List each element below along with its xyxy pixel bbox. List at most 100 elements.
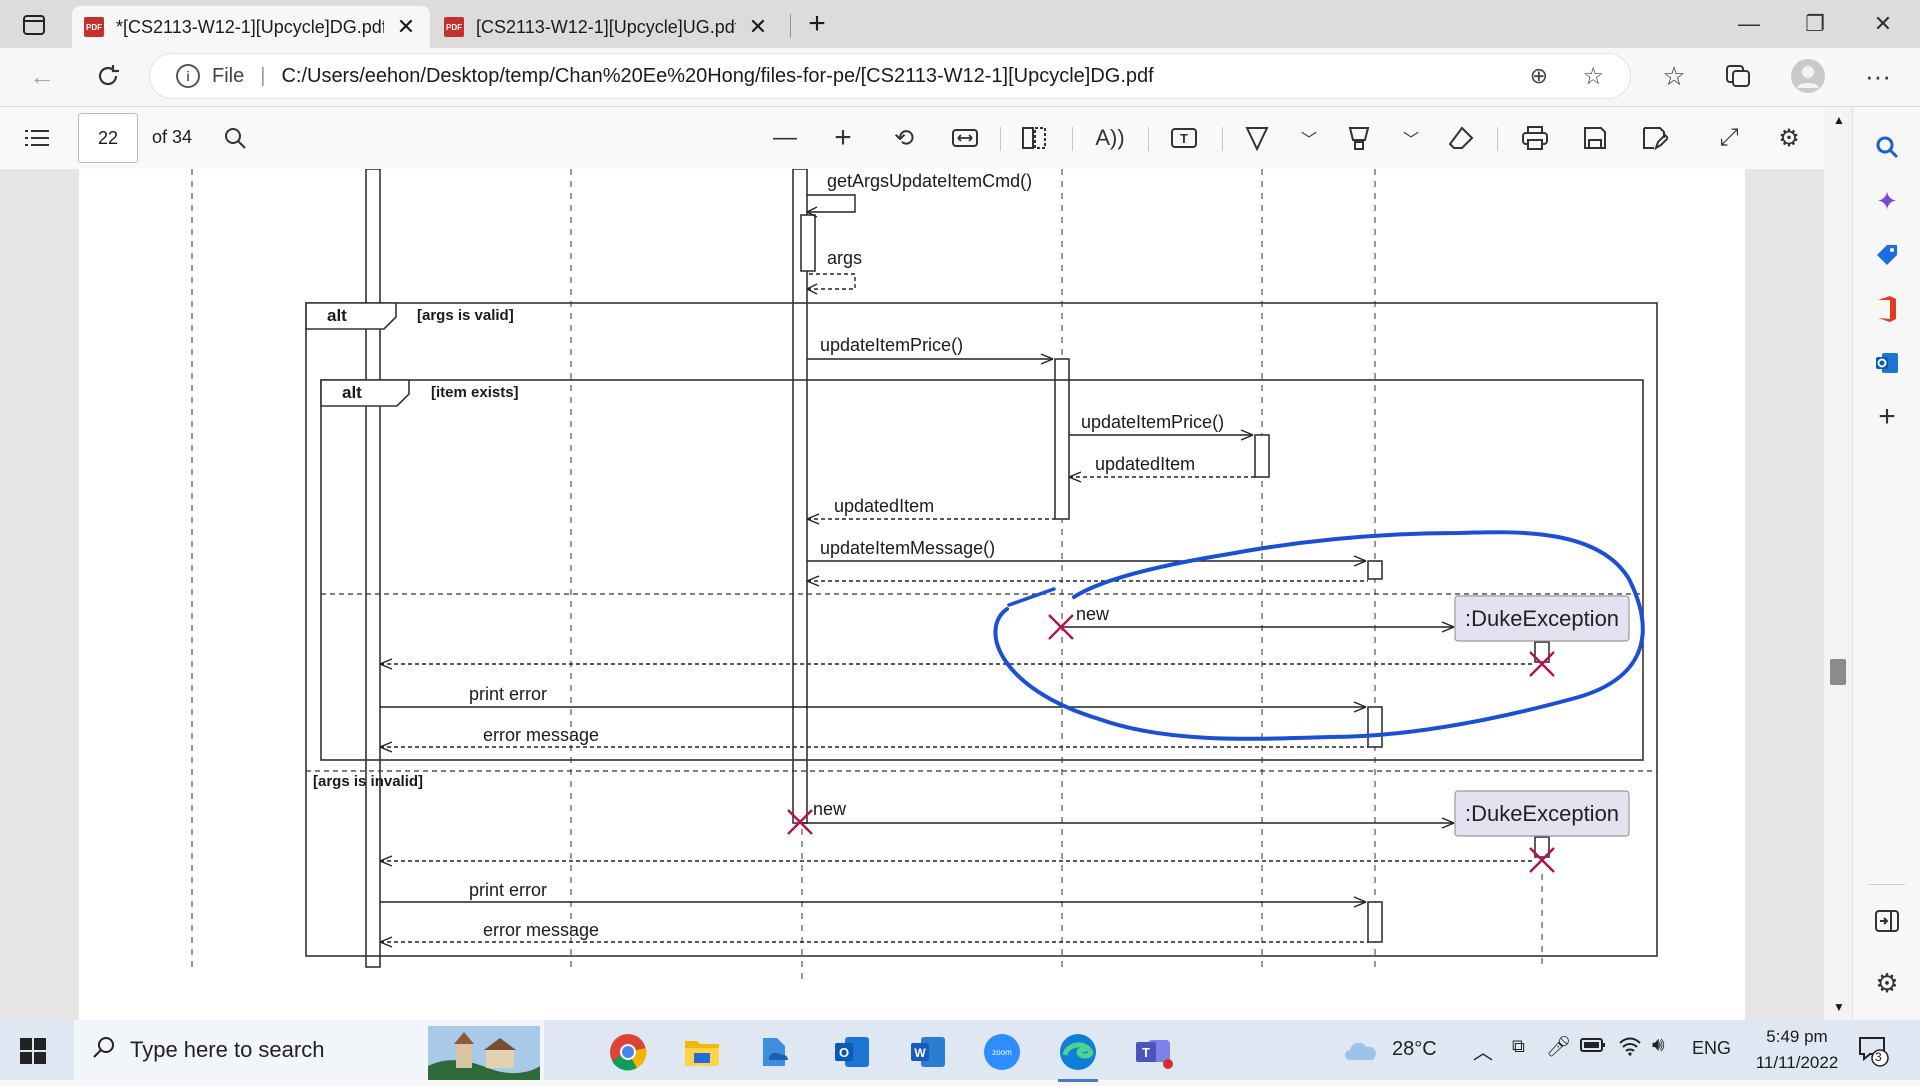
fullscreen-icon[interactable]: ⤢ [1710, 119, 1748, 157]
new-tab-button[interactable]: + [800, 6, 834, 42]
contents-icon[interactable] [18, 119, 56, 157]
chevron-down-icon[interactable]: ﹀ [1290, 119, 1328, 157]
chevron-up-icon[interactable]: ︿ [1473, 1036, 1493, 1065]
favorites-icon[interactable]: ☆ [1654, 56, 1694, 96]
profile-avatar[interactable] [1788, 56, 1828, 96]
add-icon[interactable]: + [1869, 399, 1905, 435]
message-label: updateItemPrice() [820, 335, 963, 355]
chrome-icon[interactable] [602, 1028, 654, 1076]
tab-ug-pdf[interactable]: PDF [CS2113-W12-1][Upcycle]UG.pdf ✕ [432, 6, 782, 48]
edge-sidebar: ✦ + ⚙ [1852, 107, 1920, 1020]
office-icon[interactable] [1869, 291, 1905, 327]
print-icon[interactable] [1516, 119, 1554, 157]
close-icon[interactable]: ✕ [394, 14, 418, 40]
scheme-label: File [212, 64, 245, 87]
chevron-down-icon[interactable]: ﹀ [1392, 119, 1430, 157]
read-aloud-icon[interactable]: A)) [1091, 119, 1129, 157]
language-indicator[interactable]: ENG [1692, 1038, 1731, 1059]
svg-text:T: T [1142, 1045, 1150, 1060]
close-icon[interactable]: ✕ [746, 14, 770, 40]
tab-actions-icon[interactable] [14, 10, 54, 40]
zoom-out-icon[interactable]: — [766, 119, 804, 157]
collections-icon[interactable] [1718, 56, 1758, 96]
file-explorer-icon[interactable] [676, 1028, 728, 1076]
message-label: print error [469, 880, 547, 900]
search-icon[interactable] [216, 119, 254, 157]
highlight-icon[interactable] [1340, 119, 1378, 157]
search-placeholder: Type here to search [130, 1037, 325, 1062]
page-view-icon[interactable] [1016, 119, 1054, 157]
word-icon[interactable]: W [902, 1028, 954, 1076]
clock[interactable]: 5:49 pm 11/11/2022 [1742, 1024, 1852, 1076]
message-label: print error [469, 684, 547, 704]
refresh-icon[interactable] [88, 56, 128, 96]
pdf-icon: PDF [84, 17, 104, 37]
frame-label: alt [327, 306, 347, 325]
tab-title: [CS2113-W12-1][Upcycle]UG.pdf [476, 16, 736, 37]
volume-icon[interactable]: 🔊︎ [1652, 1034, 1665, 1057]
destroy-marks [787, 614, 1555, 873]
message-label: updatedItem [834, 496, 934, 516]
svg-text:T: T [1180, 131, 1188, 146]
address-bar[interactable]: i File | C:/Users/eehon/Desktop/temp/Cha… [150, 54, 1630, 98]
more-menu-icon[interactable]: ··· [1858, 56, 1898, 96]
message-label: updateItemMessage() [820, 538, 995, 558]
vertical-scrollbar[interactable]: ▲ ▼ [1824, 107, 1852, 1020]
taskbar-search[interactable]: Type here to search [74, 1020, 544, 1080]
weather-cloud-icon[interactable] [1342, 1034, 1382, 1069]
scroll-thumb[interactable] [1830, 659, 1846, 685]
message-label: args [827, 248, 862, 268]
page-count: of 34 [152, 127, 193, 147]
message-label: error message [483, 725, 599, 745]
text-box-icon[interactable]: T [1165, 119, 1203, 157]
pdf-viewer[interactable]: :DukeException :DukeException getArgsUpd… [0, 169, 1824, 1020]
battery-icon[interactable] [1580, 1036, 1606, 1059]
pdf-page: :DukeException :DukeException getArgsUpd… [79, 169, 1745, 1020]
save-icon[interactable] [1576, 119, 1614, 157]
sidebar-toggle-icon[interactable] [1869, 903, 1905, 939]
url-text[interactable]: C:/Users/eehon/Desktop/temp/Chan%20Ee%20… [281, 65, 1153, 88]
message-label: updateItemPrice() [1081, 412, 1224, 432]
rotate-icon[interactable]: ⟲ [885, 119, 923, 157]
participant-label: :DukeException [1465, 606, 1619, 631]
teams-icon[interactable]: T [1128, 1028, 1180, 1076]
weather-temp[interactable]: 28°C [1392, 1038, 1437, 1061]
fit-width-icon[interactable] [946, 119, 984, 157]
scroll-down-icon[interactable]: ▼ [1833, 1000, 1845, 1014]
svg-text:O: O [839, 1045, 849, 1060]
edge-icon[interactable] [1052, 1028, 1104, 1082]
outlook-icon[interactable] [1869, 345, 1905, 381]
notifications-icon[interactable]: 3 [1858, 1036, 1890, 1073]
microphone-icon[interactable]: 🎤︎ [1546, 1034, 1571, 1059]
frame-guard: [item exists] [431, 384, 519, 401]
back-icon[interactable]: ← [22, 56, 62, 96]
zoom-in-icon[interactable]: + [824, 119, 862, 157]
page-number-input[interactable]: 22 [78, 113, 138, 163]
shopping-tag-icon[interactable] [1869, 237, 1905, 273]
search-icon[interactable] [1869, 129, 1905, 165]
device-icon[interactable]: ⧉ [1512, 1036, 1525, 1057]
sparkle-icon[interactable]: ✦ [1869, 183, 1905, 219]
eraser-icon[interactable] [1442, 119, 1480, 157]
wifi-icon[interactable] [1618, 1036, 1642, 1061]
outlook-icon[interactable]: O [826, 1028, 878, 1076]
favorite-add-icon[interactable]: ☆ [1582, 62, 1604, 91]
tab-dg-pdf[interactable]: PDF *[CS2113-W12-1][Upcycle]DG.pdf ✕ [72, 6, 430, 48]
svg-text:W: W [914, 1046, 926, 1060]
onedrive-files-icon[interactable] [750, 1028, 802, 1076]
scroll-up-icon[interactable]: ▲ [1833, 113, 1845, 127]
settings-gear-icon[interactable]: ⚙ [1869, 965, 1905, 1001]
save-as-icon[interactable] [1636, 119, 1674, 157]
search-highlight-image [428, 1026, 540, 1086]
draw-icon[interactable] [1238, 119, 1276, 157]
settings-gear-icon[interactable]: ⚙ [1770, 119, 1808, 157]
restore-button[interactable]: ❐ [1792, 6, 1838, 42]
info-icon[interactable]: i [176, 64, 200, 88]
windows-start-icon[interactable] [20, 1038, 46, 1069]
minimize-button[interactable]: — [1726, 6, 1772, 42]
zoom-app-icon[interactable]: zoom [976, 1028, 1028, 1076]
close-window-button[interactable]: ✕ [1860, 6, 1906, 42]
message-label: new [1076, 604, 1110, 624]
tab-title: *[CS2113-W12-1][Upcycle]DG.pdf [116, 16, 384, 37]
zoom-icon[interactable]: ⊕ [1530, 63, 1548, 89]
